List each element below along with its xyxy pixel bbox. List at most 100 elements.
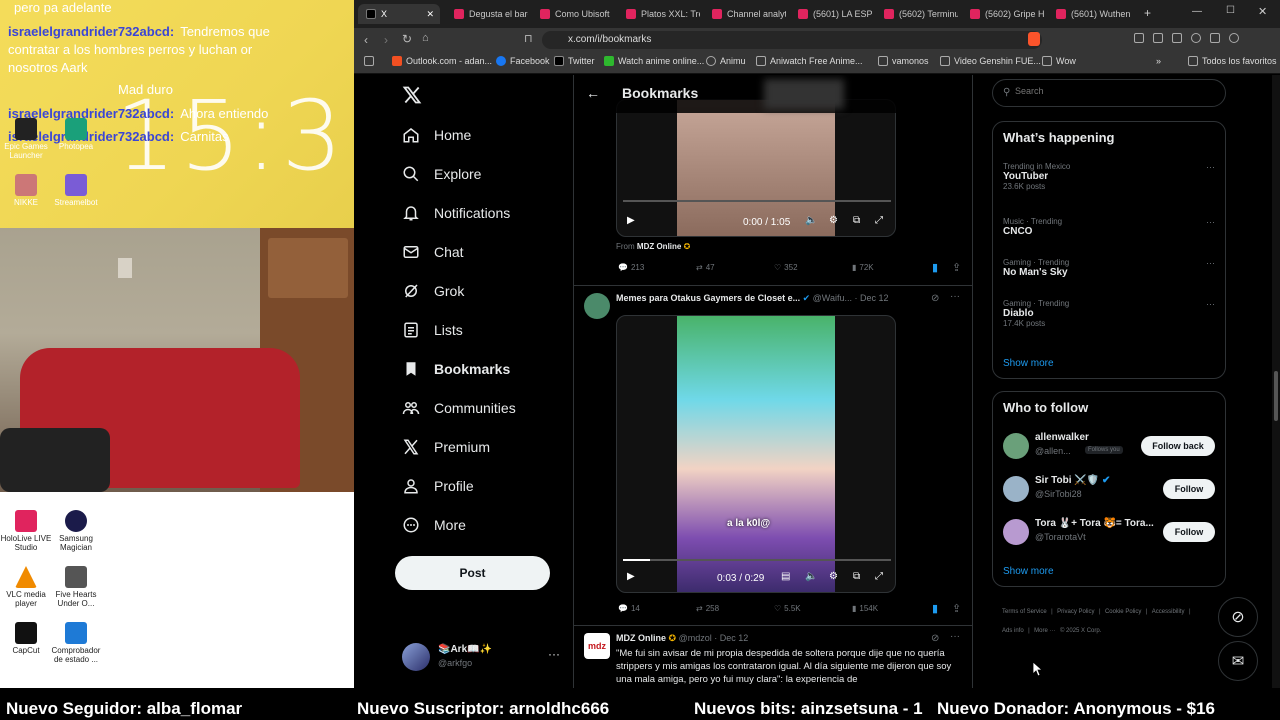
footer-link[interactable]: Accessibility <box>1152 609 1185 615</box>
volume-icon[interactable]: 🔈 <box>805 215 817 226</box>
avatar[interactable]: mdz <box>584 633 610 659</box>
video-player[interactable]: ▶ 0:00 / 1:05 🔈 ⚙ ⧉ ⤢ <box>616 99 896 237</box>
bookmark-item[interactable]: Watch anime online... <box>604 56 704 66</box>
desktop-icon[interactable]: VLC media player <box>0 566 54 608</box>
messages-float-button[interactable]: ✉ <box>1218 641 1258 681</box>
url-field[interactable]: x.com/i/bookmarks <box>542 31 1042 49</box>
volume-icon[interactable]: 🔈 <box>805 571 817 582</box>
desktop-icon[interactable]: Streamelbot <box>48 174 104 207</box>
settings-icon[interactable]: ⚙ <box>829 215 838 226</box>
post-button[interactable]: Post <box>395 556 550 590</box>
post-date[interactable]: · Dec 12 <box>714 633 748 643</box>
nav-premium[interactable]: Premium <box>402 438 490 456</box>
extension-icon[interactable] <box>1210 33 1220 43</box>
more-dots-icon[interactable]: ··· <box>950 291 960 302</box>
tab-x[interactable]: X ✕ <box>358 4 440 24</box>
desktop-icon[interactable]: Comprobador de estado ... <box>48 622 104 664</box>
nav-profile[interactable]: Profile <box>402 477 474 495</box>
forward-icon[interactable]: › <box>384 33 388 47</box>
play-icon[interactable]: ▶ <box>627 571 635 582</box>
follow-button[interactable]: Follow <box>1163 522 1215 542</box>
extension-icon[interactable] <box>1191 33 1201 43</box>
grok-icon[interactable]: ⊘ <box>931 633 939 644</box>
window-close-icon[interactable]: ✕ <box>1258 5 1267 18</box>
apps-icon[interactable] <box>364 56 374 66</box>
bookmark-item[interactable]: Aniwatch Free Anime... <box>756 56 863 66</box>
post-date[interactable]: · Dec 12 <box>855 293 889 303</box>
minimize-icon[interactable]: — <box>1192 6 1202 17</box>
desktop-icon[interactable]: Samsung Magician <box>48 510 104 552</box>
captions-icon[interactable]: ▤ <box>781 571 790 582</box>
footer-link[interactable]: Cookie Policy <box>1105 609 1141 615</box>
scrollbar-thumb[interactable] <box>1274 371 1278 421</box>
nav-grok[interactable]: Grok <box>402 282 464 300</box>
x-logo-icon[interactable] <box>402 85 422 105</box>
trend-item[interactable]: Trending in Mexico YouTuber 23.6K posts ··… <box>1003 162 1215 191</box>
bookmark-folder[interactable]: Video Genshin FUE... <box>940 56 1041 66</box>
nav-home[interactable]: Home <box>402 126 471 144</box>
home-button-icon[interactable]: ⌂ <box>422 32 429 44</box>
author-handle[interactable]: @mdzol <box>679 633 712 643</box>
more-dots-icon[interactable]: ··· <box>1206 258 1215 268</box>
desktop-icon[interactable]: Five Hearts Under O... <box>48 566 104 608</box>
pip-icon[interactable]: ⧉ <box>853 571 860 582</box>
extension-icon[interactable] <box>1172 33 1182 43</box>
like-button[interactable]: ♡ 5.5K <box>774 604 801 613</box>
footer-link[interactable]: Terms of Service <box>1002 609 1047 615</box>
browser-tab[interactable]: Channel analyt <box>704 4 786 24</box>
nav-bookmarks[interactable]: Bookmarks <box>402 360 510 378</box>
video-progress-track[interactable] <box>623 200 891 202</box>
bookmark-folder-all[interactable]: Todos los favoritos <box>1188 56 1277 66</box>
profile-icon[interactable] <box>1229 33 1239 43</box>
views-button[interactable]: ▮ 72K <box>852 263 874 272</box>
bookmark-item[interactable]: Twitter <box>554 56 595 66</box>
nav-chat[interactable]: Chat <box>402 243 464 261</box>
bookmark-icon[interactable]: ▮ <box>932 602 938 615</box>
views-button[interactable]: ▮ 154K <box>852 604 878 613</box>
bookmark-folder[interactable]: vamonos <box>878 56 929 66</box>
reload-icon[interactable]: ↻ <box>402 32 412 46</box>
more-dots-icon[interactable]: ··· <box>1206 217 1215 227</box>
browser-tab[interactable]: (5601) Wuthen <box>1048 4 1130 24</box>
browser-tab[interactable]: (5602) Gripe H <box>962 4 1044 24</box>
show-more-link[interactable]: Show more <box>1003 566 1054 577</box>
reply-button[interactable]: 💬 14 <box>618 604 640 613</box>
follow-back-button[interactable]: Follow back <box>1141 436 1215 456</box>
chevron-right-icon[interactable]: » <box>1156 56 1161 66</box>
desktop-icon[interactable]: Photopea <box>48 118 104 151</box>
grok-float-button[interactable]: ⊘ <box>1218 597 1258 637</box>
bookmark-item[interactable]: Outlook.com - adan... <box>392 56 492 66</box>
desktop-icon[interactable]: Epic Games Launcher <box>0 118 54 160</box>
nav-more[interactable]: More <box>402 516 466 534</box>
account-switcher[interactable]: 📚Ark📖✨ @arkfgo ··· <box>402 643 572 671</box>
repost-button[interactable]: ⇄ 258 <box>696 604 719 613</box>
nav-explore[interactable]: Explore <box>402 165 481 183</box>
more-dots-icon[interactable]: ··· <box>950 631 960 642</box>
fullscreen-icon[interactable]: ⤢ <box>875 571 883 582</box>
browser-tab[interactable]: Platos XXL: Tre <box>618 4 700 24</box>
desktop-icon[interactable]: NIKKE <box>0 174 54 207</box>
like-button[interactable]: ♡ 352 <box>774 263 798 272</box>
brave-shield-icon[interactable] <box>1028 32 1040 46</box>
trend-item[interactable]: Music · Trending CNCO ··· <box>1003 217 1215 237</box>
desktop-icon[interactable]: CapCut <box>0 622 54 655</box>
pip-icon[interactable]: ⧉ <box>853 215 860 226</box>
avatar[interactable] <box>584 293 610 319</box>
reply-button[interactable]: 💬 213 <box>618 263 644 272</box>
more-dots-icon[interactable]: ··· <box>1206 162 1215 172</box>
share-icon[interactable]: ⇪ <box>952 261 961 274</box>
trend-item[interactable]: Gaming · Trending Diablo 17.4K posts ··· <box>1003 299 1215 328</box>
settings-icon[interactable]: ⚙ <box>829 571 838 582</box>
footer-link[interactable]: Ads info <box>1002 628 1024 634</box>
more-dots-icon[interactable]: ··· <box>1206 299 1215 309</box>
footer-link[interactable]: Privacy Policy <box>1057 609 1094 615</box>
play-icon[interactable]: ▶ <box>627 215 635 226</box>
footer-link[interactable]: More ··· <box>1034 628 1055 634</box>
extension-icon[interactable] <box>1134 33 1144 43</box>
grok-icon[interactable]: ⊘ <box>931 293 939 304</box>
nav-lists[interactable]: Lists <box>402 321 463 339</box>
repost-button[interactable]: ⇄ 47 <box>696 263 715 272</box>
back-arrow-icon[interactable]: ← <box>586 85 600 101</box>
desktop-icon[interactable]: HoloLive LIVE Studio <box>0 510 54 552</box>
bookmark-icon[interactable]: ▮ <box>932 261 938 274</box>
